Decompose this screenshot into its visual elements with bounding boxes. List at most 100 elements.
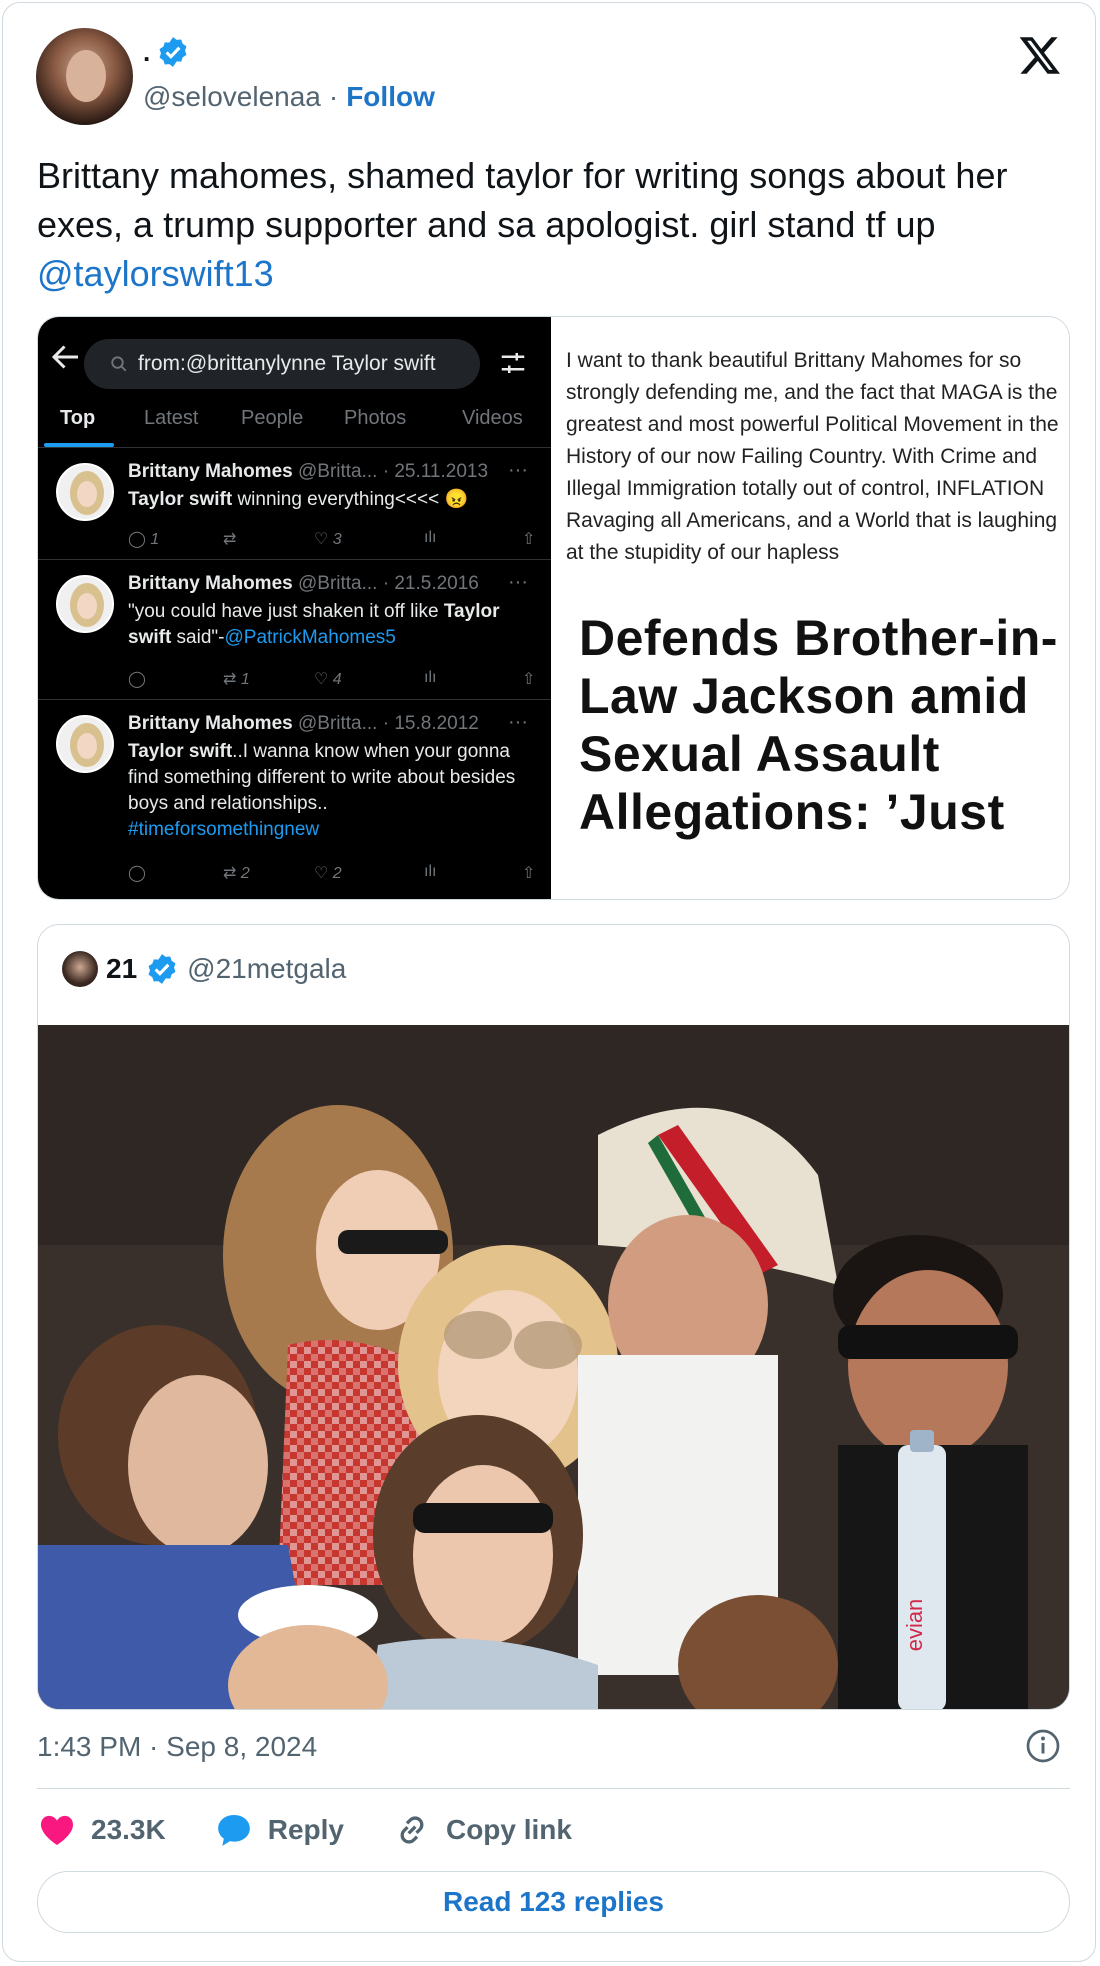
- quoted-tweet[interactable]: 21 @21metgala evian: [37, 924, 1070, 1710]
- search-bar: from:@brittanylynne Taylor swift: [84, 339, 480, 389]
- stats-icon: ılı: [424, 669, 437, 686]
- avatar: [56, 575, 114, 633]
- like-button[interactable]: 23.3K: [37, 1810, 166, 1850]
- like-icon: ♡ 2: [314, 865, 342, 882]
- list-item: Brittany Mahomes @Britta... · 21.5.2016 …: [38, 559, 551, 699]
- search-query: from:@brittanylynne Taylor swift: [138, 352, 436, 375]
- item-meta: @Britta... · 25.11.2013: [297, 461, 489, 482]
- item-actions: ◯ ⇄ 2 ♡ 2 ılı ⇧: [128, 863, 538, 887]
- divider: [37, 1788, 1070, 1789]
- reply-button[interactable]: Reply: [214, 1810, 344, 1850]
- avatar: [56, 715, 114, 773]
- retweet-count: 2: [240, 865, 250, 882]
- like-icon: ♡ 4: [314, 671, 342, 688]
- author-display-name[interactable]: .: [143, 39, 150, 65]
- author-name-row[interactable]: .: [143, 35, 190, 69]
- tweet-card: . @selovelenaa · Follow Brittany mahomes…: [2, 2, 1096, 1962]
- tab-people: People: [241, 407, 304, 429]
- item-link: @PatrickMahomes5: [224, 627, 396, 648]
- item-name: Brittany Mahomes: [128, 573, 293, 594]
- item-text-bold: Taylor swift: [128, 741, 233, 762]
- quoted-handle: @21metgala: [187, 953, 347, 984]
- author-handle-row: @selovelenaa · Follow: [143, 81, 435, 113]
- follow-button[interactable]: Follow: [346, 81, 435, 113]
- tab-photos: Photos: [344, 407, 407, 429]
- link-icon: [400, 1816, 424, 1844]
- tab-top: Top: [60, 407, 96, 429]
- like-icon: ♡ 3: [314, 531, 342, 548]
- bottle-label: evian: [902, 1599, 927, 1652]
- item-header: Brittany Mahomes @Britta... · 25.11.2013: [128, 461, 488, 483]
- list-item: Brittany Mahomes @Britta... · 25.11.2013…: [38, 447, 551, 559]
- retweet-icon: ⇄ 1: [223, 671, 250, 688]
- info-icon[interactable]: [1025, 1728, 1061, 1764]
- article-headline: Defends Brother-in-Law Jackson amid Sexu…: [579, 610, 1058, 840]
- reply-icon: ◯ 1: [128, 531, 160, 548]
- more-icon: ···: [508, 571, 528, 593]
- item-meta: @Britta... · 15.8.2012: [297, 713, 479, 734]
- x-logo-icon[interactable]: [1017, 33, 1063, 77]
- tweet-body: Brittany mahomes, shamed taylor for writ…: [37, 155, 1008, 245]
- like-count: 3: [332, 531, 342, 548]
- item-text: "you could have just shaken it off like …: [128, 599, 538, 651]
- reply-icon: ◯: [128, 671, 146, 688]
- item-text: Taylor swift..I wanna know when your gon…: [128, 739, 538, 843]
- back-arrow-icon: [51, 345, 78, 369]
- retweet-count: 1: [240, 671, 250, 688]
- tab-latest: Latest: [144, 407, 199, 429]
- item-text-pre: "you could have just shaken it off like: [128, 601, 444, 622]
- avatar: [56, 463, 114, 521]
- like-count: 4: [332, 671, 342, 688]
- separator-dot: ·: [328, 81, 339, 112]
- copy-link-button[interactable]: Copy link: [392, 1810, 572, 1850]
- item-actions: ◯ 1 ⇄ ♡ 3 ılı ⇧: [128, 529, 538, 553]
- article-body: I want to thank beautiful Brittany Mahom…: [566, 349, 1059, 564]
- heart-icon: [40, 1815, 74, 1845]
- reply-icon: ◯: [128, 865, 146, 882]
- reply-label: Reply: [267, 1814, 344, 1845]
- article-screenshot: I want to thank beautiful Brittany Mahom…: [551, 317, 1069, 899]
- item-name: Brittany Mahomes: [128, 461, 293, 482]
- reply-count: 1: [150, 531, 160, 548]
- quoted-avatar: [62, 951, 98, 987]
- share-icon: ⇧: [522, 531, 536, 548]
- item-actions: ◯ ⇄ 1 ♡ 4 ılı ⇧: [128, 669, 538, 693]
- tweet-text: Brittany mahomes, shamed taylor for writ…: [37, 151, 1047, 298]
- author-avatar[interactable]: [36, 28, 133, 125]
- item-header: Brittany Mahomes @Britta... · 15.8.2012: [128, 713, 479, 735]
- verified-badge-icon: [159, 37, 187, 67]
- item-text-bold: Taylor swift: [128, 489, 233, 510]
- quoted-header: 21 @21metgala: [62, 951, 346, 987]
- like-count: 2: [332, 865, 342, 882]
- share-icon: ⇧: [522, 865, 536, 882]
- stats-icon: ılı: [424, 529, 437, 546]
- tab-videos: Videos: [462, 407, 523, 429]
- search-screenshot: from:@brittanylynne Taylor swift Top Lat…: [38, 317, 551, 899]
- copy-link-label: Copy link: [445, 1814, 572, 1845]
- item-header: Brittany Mahomes @Britta... · 21.5.2016: [128, 573, 479, 595]
- quoted-name: 21: [106, 953, 138, 984]
- more-icon: ···: [508, 459, 528, 481]
- item-hashtag: #timeforsomethingnew: [128, 819, 320, 840]
- retweet-icon: ⇄ 2: [223, 865, 250, 882]
- list-item: Brittany Mahomes @Britta... · 15.8.2012 …: [38, 699, 551, 899]
- mention-link[interactable]: @taylorswift13: [37, 253, 274, 294]
- item-name: Brittany Mahomes: [128, 713, 293, 734]
- item-text-post: said"-: [171, 627, 225, 648]
- tweet-timestamp[interactable]: 1:43 PM · Sep 8, 2024: [37, 1731, 317, 1763]
- read-replies-button[interactable]: Read 123 replies: [37, 1871, 1070, 1933]
- retweet-icon: ⇄: [223, 531, 237, 548]
- like-count: 23.3K: [91, 1814, 166, 1845]
- more-icon: ···: [508, 711, 528, 733]
- quoted-photo[interactable]: evian: [38, 1025, 1069, 1709]
- verified-badge-icon: [148, 954, 176, 984]
- item-meta: @Britta... · 21.5.2016: [297, 573, 479, 594]
- tweet-media-image[interactable]: from:@brittanylynne Taylor swift Top Lat…: [37, 316, 1070, 900]
- filter-icon: [501, 353, 525, 373]
- action-bar: 23.3K Reply Copy link: [37, 1808, 620, 1852]
- author-handle[interactable]: @selovelenaa: [143, 81, 321, 113]
- item-text-rest: winning everything<<<< 😠: [232, 489, 469, 510]
- search-icon: [111, 356, 127, 372]
- stats-icon: ılı: [424, 863, 437, 880]
- item-text: Taylor swift winning everything<<<< 😠: [128, 487, 538, 513]
